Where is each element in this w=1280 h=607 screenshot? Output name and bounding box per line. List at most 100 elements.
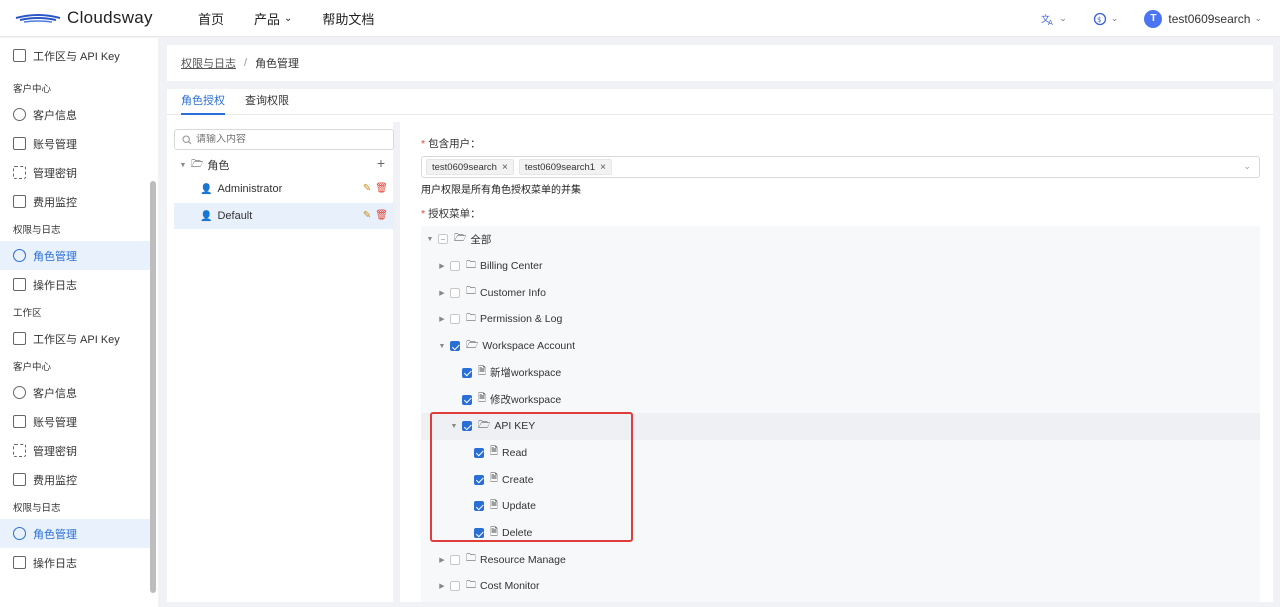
tree-checkbox[interactable] (474, 501, 484, 512)
breadcrumb-parent-link[interactable]: 权限与日志 (181, 55, 236, 71)
tree-node-customer[interactable]: ▶ 🗀 Customer Info (421, 279, 1260, 306)
tab-role-auth[interactable]: 角色授权 (181, 89, 225, 115)
role-item-label: Administrator (217, 183, 283, 195)
sidebar-item-key-mgmt[interactable]: 管理密钥 (0, 158, 150, 187)
role-search-input[interactable] (196, 134, 376, 145)
tree-checkbox[interactable] (462, 367, 472, 378)
tree-checkbox[interactable] (450, 581, 460, 592)
tree-node-api-key[interactable]: ▼ 🗁 API KEY (421, 412, 1260, 440)
svg-text:A: A (1048, 19, 1053, 26)
tree-node-create[interactable]: 🗎 Create (421, 466, 1260, 493)
sidebar-item-label: 工作区与 API Key (33, 333, 120, 346)
sidebar-item-account-mgmt-2[interactable]: 账号管理 (0, 407, 150, 436)
tree-checkbox[interactable] (462, 394, 472, 405)
account-icon (13, 137, 26, 150)
user-menu[interactable]: T test0609search ⌄ (1144, 9, 1262, 28)
tree-checkbox[interactable] (462, 421, 472, 432)
sidebar-item-workspace-api-top[interactable]: 工作区与 API Key (0, 41, 150, 70)
menu-label: * 授权菜单： (421, 206, 481, 221)
tree-node-billing[interactable]: ▶ 🗀 Billing Center (421, 253, 1260, 280)
scrollbar-thumb[interactable] (150, 181, 156, 593)
sidebar-item-role-mgmt-2[interactable]: 角色管理 (0, 519, 150, 548)
sidebar-item-op-log[interactable]: 操作日志 (0, 270, 150, 299)
caret-right-icon[interactable]: ▶ (437, 582, 447, 590)
role-item-default[interactable]: 👤 Default ✎ 🗑 (174, 203, 394, 229)
tree-node-update[interactable]: 🗎 Update (421, 493, 1260, 520)
sidebar-group-customer: 客户中心 (13, 84, 52, 95)
sidebar-item-role-mgmt[interactable]: 角色管理 (0, 241, 150, 270)
add-role-button[interactable]: + (377, 155, 385, 171)
sidebar-item-account-mgmt[interactable]: 账号管理 (0, 129, 150, 158)
sidebar-item-customer-info-2[interactable]: 客户信息 (0, 378, 150, 407)
role-search-box[interactable] (174, 129, 394, 150)
file-icon: 🗎 (490, 526, 499, 538)
edit-icon[interactable]: ✎ (363, 183, 371, 194)
tree-checkbox[interactable] (438, 234, 448, 245)
tree-checkbox[interactable] (474, 528, 484, 539)
tree-node-label: Update (502, 500, 536, 513)
tree-node-cost[interactable]: ▶ 🗀 Cost Monitor (421, 573, 1260, 600)
tree-node-label: Billing Center (480, 260, 543, 273)
user-tag-label: test0609search1 (524, 161, 596, 173)
tree-node-permission[interactable]: ▶ 🗀 Permission & Log (421, 306, 1260, 333)
tree-checkbox[interactable] (450, 554, 460, 565)
chart-icon (13, 473, 26, 486)
tree-node-read[interactable]: 🗎 Read (421, 440, 1260, 467)
tree-node-label: 新增workspace (490, 367, 562, 380)
delete-icon[interactable]: 🗑 (375, 183, 388, 194)
chevron-down-icon[interactable]: ⌄ (1243, 161, 1251, 172)
tree-checkbox[interactable] (450, 287, 460, 298)
caret-right-icon[interactable]: ▶ (437, 262, 447, 270)
caret-down-icon[interactable]: ▼ (437, 343, 447, 350)
nav-docs[interactable]: 帮助文档 (322, 9, 374, 28)
role-item-administrator[interactable]: 👤 Administrator ✎ 🗑 (174, 176, 394, 202)
caret-down-icon[interactable]: ▼ (449, 423, 459, 430)
tree-node-all[interactable]: ▼ 🗁 全部 (421, 226, 1260, 253)
nav-home[interactable]: 首页 (198, 9, 224, 28)
tree-checkbox[interactable] (450, 261, 460, 272)
caret-right-icon[interactable]: ▶ (437, 315, 447, 323)
nav-home-label: 首页 (198, 11, 225, 27)
edit-icon[interactable]: ✎ (363, 210, 371, 221)
sidebar-item-label: 客户信息 (33, 387, 77, 400)
tree-node-add-workspace[interactable]: 🗎 新增workspace (421, 360, 1260, 387)
folder-icon: 🗀 (466, 553, 476, 565)
sidebar-item-op-log-2[interactable]: 操作日志 (0, 548, 150, 577)
currency-switch-button[interactable]: $ ⌄ (1093, 12, 1118, 26)
caret-right-icon[interactable]: ▶ (437, 556, 447, 564)
sidebar-item-key-mgmt-2[interactable]: 管理密钥 (0, 436, 150, 465)
sidebar-item-cost-monitor-2[interactable]: 费用监控 (0, 465, 150, 494)
role-item-label: Default (217, 210, 253, 222)
sidebar-item-cost-monitor[interactable]: 费用监控 (0, 187, 150, 216)
users-multiselect[interactable]: test0609search × test0609search1 × ⌄ (421, 156, 1260, 178)
close-icon[interactable]: × (600, 162, 606, 173)
users-label: * 包含用户： (421, 136, 481, 151)
folder-open-icon: 🗁 (478, 419, 491, 431)
close-icon[interactable]: × (502, 162, 508, 173)
tree-node-delete[interactable]: 🗎 Delete (421, 520, 1260, 547)
sidebar-item-customer-info[interactable]: 客户信息 (0, 100, 150, 129)
caret-right-icon[interactable]: ▶ (437, 289, 447, 297)
person-icon: 👤 (200, 183, 213, 195)
caret-down-icon[interactable]: ▼ (425, 236, 435, 243)
workspace-icon (13, 49, 26, 62)
role-list-panel: ▼ 🗁 角色 + 👤 Administrator ✎ 🗑 👤 Default ✎ 🗑 (167, 122, 400, 602)
nav-products[interactable]: 产品 ⌄ (254, 9, 292, 28)
brand-logo[interactable]: Cloudsway (14, 8, 184, 28)
tree-node-resource[interactable]: ▶ 🗀 Resource Manage (421, 546, 1260, 573)
sidebar-item-workspace-api[interactable]: 工作区与 API Key (0, 324, 150, 353)
tree-node-workspace[interactable]: ▼ 🗁 Workspace Account (421, 333, 1260, 360)
tree-checkbox[interactable] (474, 447, 484, 458)
permission-note: 用户权限是所有角色授权菜单的并集 (421, 185, 581, 196)
tree-checkbox[interactable] (450, 341, 460, 352)
tree-node-edit-workspace[interactable]: 🗎 修改workspace (421, 386, 1260, 413)
tab-query-perm[interactable]: 查询权限 (245, 89, 289, 115)
user-icon (13, 108, 26, 121)
tree-checkbox[interactable] (450, 314, 460, 325)
sidebar-scrollbar[interactable] (150, 38, 156, 607)
role-tree-root[interactable]: ▼ 🗁 角色 + (178, 155, 393, 175)
delete-icon[interactable]: 🗑 (375, 210, 388, 221)
tree-checkbox[interactable] (474, 474, 484, 485)
language-switch-button[interactable]: 文A ⌄ (1041, 12, 1067, 26)
main-panel: 角色授权 查询权限 ▼ 🗁 角色 + 👤 Administrator ✎ 🗑 👤 … (167, 89, 1273, 602)
